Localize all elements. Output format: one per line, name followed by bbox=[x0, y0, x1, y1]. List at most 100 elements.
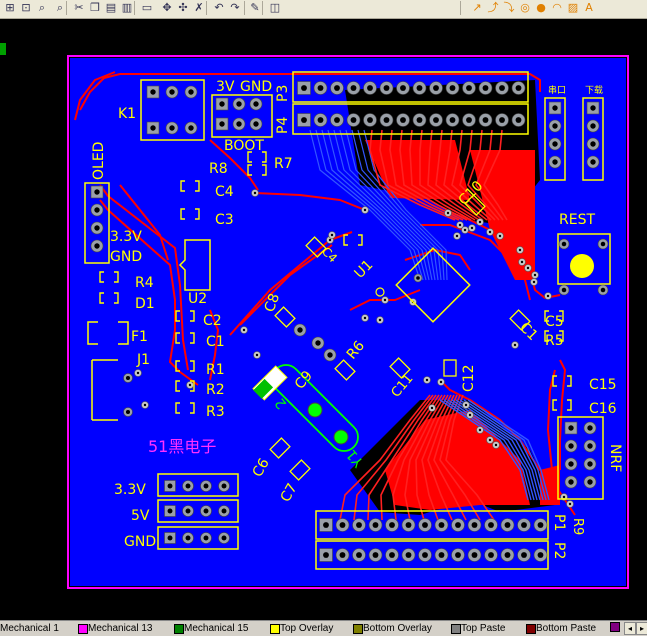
layer-color-swatch bbox=[451, 624, 461, 634]
pad-hole bbox=[356, 552, 362, 558]
via-icon[interactable]: ● bbox=[534, 1, 548, 15]
pad-hole bbox=[327, 352, 333, 358]
via-hole bbox=[363, 208, 367, 212]
highlight-icon[interactable]: ✎ bbox=[248, 1, 262, 15]
pad-hole bbox=[169, 89, 175, 95]
layer-tab-mechanical-1[interactable]: Mechanical 1 bbox=[0, 622, 59, 635]
layer-tab-more[interactable] bbox=[610, 622, 620, 635]
tab-scroll-left-button[interactable]: ◂ bbox=[624, 622, 636, 635]
pad-hole bbox=[315, 340, 321, 346]
pad-hole bbox=[537, 552, 544, 558]
via-hole bbox=[188, 383, 192, 387]
layer-tab-mechanical-15[interactable]: Mechanical 15 bbox=[172, 622, 248, 635]
pad-hole bbox=[568, 461, 574, 467]
layer-tab-top-overlay[interactable]: Top Overlay bbox=[268, 622, 333, 635]
clipboard-icon[interactable]: ▥ bbox=[120, 1, 134, 15]
via-hole bbox=[568, 502, 572, 506]
via-hole bbox=[430, 406, 434, 410]
label-d1: D1 bbox=[135, 296, 155, 312]
pad-hole bbox=[433, 117, 439, 123]
toolbar-separator bbox=[244, 1, 245, 15]
crystal-lead bbox=[333, 429, 349, 445]
pad-hole bbox=[600, 241, 606, 247]
pad-hole bbox=[383, 117, 390, 123]
pad-hole bbox=[405, 522, 412, 528]
pad-hole bbox=[568, 479, 574, 485]
pad-hole bbox=[466, 117, 472, 123]
via-hole bbox=[425, 378, 429, 382]
zoom-out-icon[interactable]: ⌕ bbox=[53, 1, 67, 15]
route-icon[interactable]: ↗ bbox=[470, 1, 484, 15]
route2-icon[interactable]: ⤴ bbox=[486, 1, 500, 15]
layer-tab-label: Mechanical 13 bbox=[88, 623, 153, 634]
text-icon[interactable]: A bbox=[582, 1, 596, 15]
layer-tab-label: Top Overlay bbox=[280, 623, 334, 634]
zoom-area-icon[interactable]: ⊡ bbox=[19, 1, 33, 15]
layer-tab-top-paste[interactable]: Top Paste bbox=[449, 622, 505, 635]
pad-hole bbox=[236, 101, 242, 107]
label-oled: OLED bbox=[91, 142, 107, 180]
deselect-icon[interactable]: ✗ bbox=[192, 1, 206, 15]
pad-hole bbox=[221, 483, 227, 489]
browse-icon[interactable]: ◫ bbox=[268, 1, 282, 15]
pcb-canvas[interactable]: K1 3V GND P3 P4 BOOT R8 R7 C4 C3 OLED 3.… bbox=[0, 19, 647, 619]
label-nrf: NRF bbox=[607, 444, 623, 472]
label-reset: REST bbox=[559, 212, 595, 228]
pad-hole bbox=[301, 117, 307, 123]
tab-scroll-right-button[interactable]: ▸ bbox=[636, 622, 647, 635]
paste-icon[interactable]: ▤ bbox=[104, 1, 118, 15]
pad-icon[interactable]: ◎ bbox=[518, 1, 532, 15]
label-c1: C1 bbox=[206, 334, 225, 350]
layer-tab-mechanical-13[interactable]: Mechanical 13 bbox=[76, 622, 152, 635]
move-icon[interactable]: ✥ bbox=[160, 1, 174, 15]
pad-hole bbox=[219, 121, 225, 127]
select-rect-icon[interactable]: ▭ bbox=[140, 1, 154, 15]
pad-hole bbox=[568, 443, 574, 449]
pad-hole bbox=[504, 522, 511, 528]
layer-tab-bottom-paste[interactable]: Bottom Paste bbox=[524, 622, 596, 635]
pad-hole bbox=[466, 85, 472, 91]
label-brand: 51黑电子 bbox=[148, 437, 216, 456]
via-hole bbox=[513, 343, 517, 347]
undo-icon[interactable]: ↶ bbox=[212, 1, 226, 15]
pad-hole bbox=[125, 409, 131, 415]
via-hole bbox=[446, 211, 450, 215]
layer-tab-bottom-overlay[interactable]: Bottom Overlay bbox=[351, 622, 432, 635]
cut-icon[interactable]: ✂ bbox=[72, 1, 86, 15]
pad-hole bbox=[438, 522, 445, 528]
zoom-fit-icon[interactable]: ⊞ bbox=[3, 1, 17, 15]
pad-hole bbox=[167, 535, 173, 541]
label-c5: C5 bbox=[545, 314, 564, 330]
pad-hole bbox=[185, 508, 191, 514]
fill-icon[interactable]: ▨ bbox=[566, 1, 580, 15]
pad-hole bbox=[221, 508, 227, 514]
via-hole bbox=[478, 220, 482, 224]
copy-icon[interactable]: ❐ bbox=[88, 1, 102, 15]
label-c3: C3 bbox=[215, 212, 234, 228]
pad-hole bbox=[405, 552, 412, 558]
label-r1: R1 bbox=[206, 362, 225, 378]
pad-hole bbox=[339, 552, 346, 558]
zoom-icon[interactable]: ⌕ bbox=[35, 1, 49, 15]
label-pwr-gnd: GND bbox=[124, 534, 156, 550]
pad-hole bbox=[449, 117, 456, 123]
arc-icon[interactable]: ◠ bbox=[550, 1, 564, 15]
pad-hole bbox=[499, 117, 505, 123]
pad-hole bbox=[416, 85, 423, 91]
pad-hole bbox=[323, 552, 329, 558]
via-hole bbox=[488, 438, 492, 442]
route3-icon[interactable]: ⤵ bbox=[502, 1, 516, 15]
label-r3: R3 bbox=[206, 404, 225, 420]
redo-icon[interactable]: ↷ bbox=[228, 1, 242, 15]
cross-select-icon[interactable]: ✣ bbox=[176, 1, 190, 15]
label-r2: R2 bbox=[206, 382, 225, 398]
via-hole bbox=[378, 318, 382, 322]
pad-hole bbox=[185, 483, 191, 489]
via-hole bbox=[328, 238, 332, 242]
pad-hole bbox=[125, 375, 131, 381]
pad-hole bbox=[221, 535, 227, 541]
label-p4: P4 bbox=[275, 117, 291, 134]
label-r8: R8 bbox=[209, 161, 228, 177]
via-hole bbox=[488, 230, 492, 234]
pad-hole bbox=[94, 225, 100, 231]
